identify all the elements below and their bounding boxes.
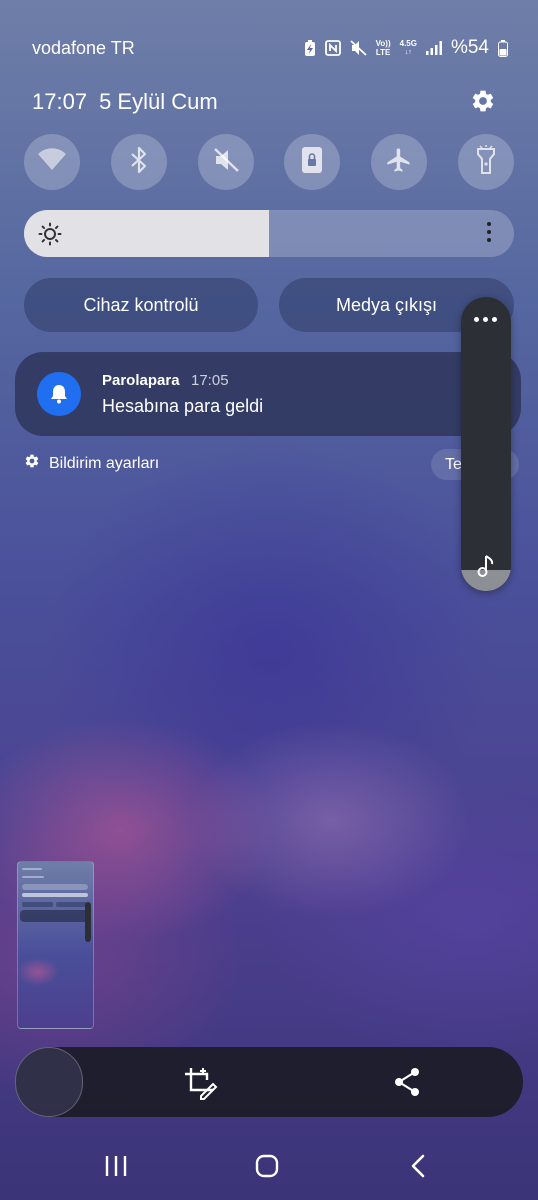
notification-settings-label: Bildirim ayarları [49, 454, 160, 472]
screenshot-preview[interactable] [17, 861, 94, 1029]
tile-flashlight[interactable] [457, 134, 514, 190]
flashlight-icon [476, 144, 496, 180]
mute-icon [350, 40, 367, 56]
more-options-icon[interactable] [486, 222, 492, 246]
navigation-bar [0, 1150, 538, 1184]
tile-bluetooth[interactable] [110, 134, 167, 190]
date[interactable]: 5 Eylül Cum [99, 89, 218, 115]
gear-icon [24, 453, 40, 474]
notification-card[interactable]: Parolapara 17:05 Hesabına para geldi [15, 352, 521, 436]
carrier-label: vodafone TR [32, 37, 135, 58]
tile-wifi[interactable] [24, 134, 80, 190]
brightness-slider[interactable] [24, 210, 514, 257]
nfc-icon [324, 40, 341, 56]
back-icon[interactable] [408, 1154, 428, 1183]
crop-edit-icon[interactable] [183, 1066, 219, 1100]
notification-settings-link[interactable]: Bildirim ayarları [24, 453, 159, 474]
tile-rotation[interactable] [284, 134, 341, 190]
network-4.5g-icon: 4.5G ↓↑ [399, 39, 417, 56]
volume-panel[interactable] [461, 297, 511, 591]
device-control-button[interactable]: Cihaz kontrolü [24, 278, 258, 332]
tile-sound[interactable] [197, 134, 254, 190]
settings-gear-icon[interactable] [470, 88, 496, 114]
wifi-icon [37, 147, 67, 177]
rotation-lock-icon [300, 146, 324, 179]
quick-settings-tiles [24, 134, 514, 190]
toolbar-preview[interactable] [15, 1047, 83, 1117]
status-bar: vodafone TR Vo)) LTE 4.5G ↓↑ %54 [32, 36, 508, 60]
device-control-label: Cihaz kontrolü [83, 294, 199, 315]
battery-saver-icon [304, 39, 316, 57]
home-icon[interactable] [255, 1154, 279, 1183]
media-output-label: Medya çıkışı [335, 294, 438, 315]
notification-text: Hesabına para geldi [102, 396, 264, 416]
volume-more-icon[interactable] [474, 317, 497, 322]
battery-icon [498, 39, 508, 57]
sun-icon [38, 222, 62, 251]
volte-icon: Vo)) LTE [375, 39, 391, 57]
screenshot-toolbar [15, 1047, 523, 1117]
airplane-icon [385, 146, 413, 179]
share-icon[interactable] [393, 1067, 423, 1097]
status-icons: Vo)) LTE 4.5G ↓↑ %54 [304, 37, 508, 59]
battery-percent: %54 [450, 37, 489, 58]
notification-app-name: Parolapara [102, 372, 180, 389]
signal-icon [425, 41, 442, 55]
clock[interactable]: 17:07 [32, 89, 87, 115]
notification-time: 17:05 [191, 372, 229, 389]
tile-airplane[interactable] [371, 134, 428, 190]
recents-icon[interactable] [104, 1154, 128, 1183]
music-note-icon[interactable] [475, 554, 497, 583]
header-datetime: 17:07 5 Eylül Cum [32, 89, 218, 115]
bluetooth-icon [129, 146, 149, 179]
bell-icon [37, 372, 81, 416]
mute-icon [212, 147, 240, 178]
